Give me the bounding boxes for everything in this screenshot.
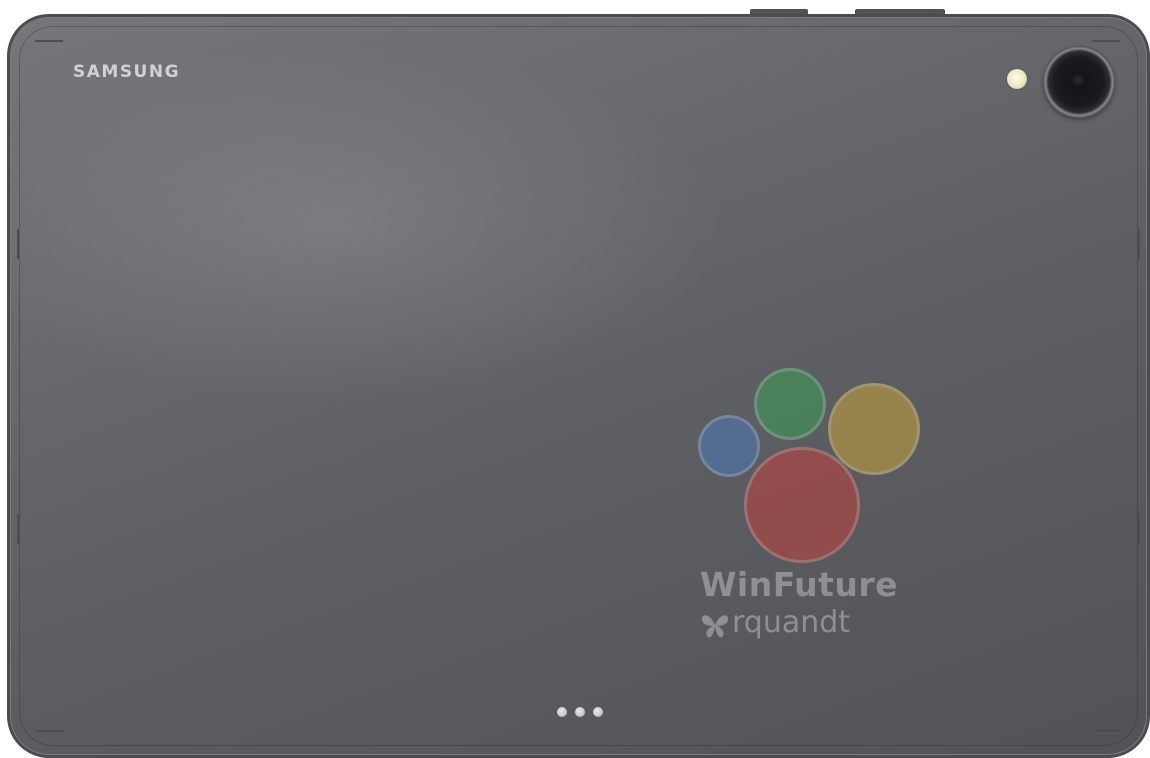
frame-rail xyxy=(19,26,1138,746)
watermark-text-line1: WinFuture xyxy=(700,565,899,604)
lens-glass xyxy=(1071,73,1085,87)
brand-logo: SAMSUNG xyxy=(73,62,181,82)
antenna-line xyxy=(17,229,19,259)
connector-pin xyxy=(557,707,567,717)
flash-icon xyxy=(1007,69,1027,89)
tablet-back-panel xyxy=(7,14,1150,758)
watermark: WinFuture rquandt xyxy=(690,365,930,655)
antenna-line xyxy=(1092,730,1120,732)
connector-pin xyxy=(575,707,585,717)
antenna-line xyxy=(1138,514,1140,544)
watermark-circle-yellow xyxy=(828,383,920,475)
butterfly-icon xyxy=(701,615,729,638)
connector-pin xyxy=(593,707,603,717)
watermark-circle-green xyxy=(754,368,826,440)
antenna-line xyxy=(35,730,63,732)
watermark-text-line2: rquandt xyxy=(732,605,851,640)
watermark-circle-red xyxy=(744,447,860,563)
keyboard-connector xyxy=(557,707,603,717)
antenna-line xyxy=(17,514,19,544)
watermark-circle-blue xyxy=(698,415,760,477)
product-photo: SAMSUNG WinFuture rquandt xyxy=(0,0,1150,758)
antenna-line xyxy=(1138,229,1140,259)
antenna-line xyxy=(35,40,63,42)
antenna-line xyxy=(1092,40,1120,42)
camera-lens-icon xyxy=(1043,46,1115,118)
